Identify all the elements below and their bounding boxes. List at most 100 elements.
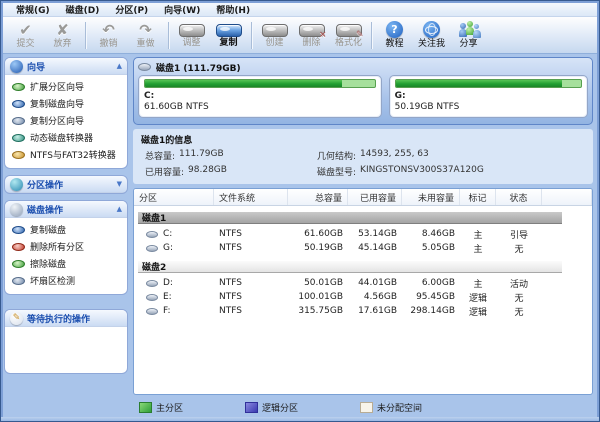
unused-cell: 6.00GB: [402, 278, 460, 288]
column-header-filesystem[interactable]: 文件系统: [214, 189, 288, 205]
logical-partition-swatch-icon: [245, 402, 258, 413]
table-row-e[interactable]: E: NTFS 100.01GB 4.56GB 95.45GB 逻辑 无: [134, 290, 592, 304]
filesystem-cell: NTFS: [214, 278, 288, 288]
status-cell: 引导: [496, 228, 542, 241]
disk-group-label: 磁盘2: [142, 260, 166, 273]
toolbar-button-discard[interactable]: ✘ 放弃: [44, 21, 81, 50]
toolbar-button-commit[interactable]: ✔ 提交: [7, 21, 44, 50]
filesystem-cell: NTFS: [214, 292, 288, 302]
section-title: 分区操作: [27, 178, 63, 191]
toolbar-button-label: 分享: [459, 39, 477, 49]
menu-item-help[interactable]: 帮助(H): [209, 3, 257, 16]
section-title: 向导: [27, 60, 45, 73]
usage-track: [144, 79, 376, 88]
toolbar-button-format[interactable]: ✎ 格式化: [330, 21, 367, 49]
disk-icon: [12, 243, 25, 251]
sidebar-section-wizards-header[interactable]: 向导 ▲: [5, 58, 127, 75]
sidebar-item-ntfs-fat32-converter[interactable]: NTFS与FAT32转换器: [10, 147, 124, 162]
sidebar-item-bad-sector-check[interactable]: 坏扇区检测: [10, 273, 124, 288]
used-cell: 45.14GB: [348, 243, 402, 253]
sidebar-section-wizards: 向导 ▲ 扩展分区向导 复制磁盘向导 复制分区向导: [4, 57, 128, 169]
partition-table: 分区 文件系统 总容量 已用容量 未用容量 标记 状态 磁盘1 C:: [133, 188, 593, 395]
sidebar-section-pending-ops-header[interactable]: ✎ 等待执行的操作: [5, 310, 127, 327]
disk-icon: [12, 151, 25, 159]
toolbar-button-share[interactable]: 分享: [450, 20, 487, 50]
field-label: 磁盘型号:: [317, 165, 356, 178]
menu-item-partition[interactable]: 分区(P): [108, 3, 155, 16]
copy-disk-icon: [216, 24, 242, 37]
disk-info-used-capacity: 已用容量: 98.28GB: [145, 165, 317, 178]
sidebar-section-partition-ops-header[interactable]: 分区操作 ▼: [5, 176, 127, 193]
sidebar-item-copy-partition-wizard[interactable]: 复制分区向导: [10, 113, 124, 128]
toolbar-button-copy[interactable]: 复制: [210, 21, 247, 49]
partition-block-g[interactable]: G: 50.19GB NTFS: [389, 75, 588, 118]
sidebar-item-label: 复制磁盘向导: [30, 97, 84, 110]
disk-icon: [12, 83, 25, 91]
column-header-mark[interactable]: 标记: [460, 189, 496, 205]
table-row-g[interactable]: G: NTFS 50.19GB 45.14GB 5.05GB 主 无: [134, 241, 592, 255]
column-header-status[interactable]: 状态: [496, 189, 542, 205]
toolbar-button-label: 撤销: [99, 39, 117, 49]
partition-block-c[interactable]: C: 61.60GB NTFS: [138, 75, 382, 118]
table-row-d[interactable]: D: NTFS 50.01GB 44.01GB 6.00GB 主 活动: [134, 276, 592, 290]
partition-info: 61.60GB NTFS: [144, 102, 376, 113]
sidebar-item-label: 扩展分区向导: [30, 80, 84, 93]
sidebar-section-partition-ops: 分区操作 ▼: [4, 175, 128, 194]
toolbar-button-tutorial[interactable]: ? 教程: [376, 20, 413, 50]
sidebar-item-dynamic-disk-converter[interactable]: 动态磁盘转换器: [10, 130, 124, 145]
disk-icon: [12, 226, 25, 234]
disk-map-header: 磁盘1 (111.79GB): [138, 59, 588, 75]
column-header-used[interactable]: 已用容量: [348, 189, 402, 205]
disk-map-panel: 磁盘1 (111.79GB) C: 61.60GB NTFS: [133, 57, 593, 125]
field-value: 98.28GB: [188, 165, 227, 178]
partition-letter: G:: [163, 243, 173, 253]
toolbar-button-redo[interactable]: ↷ 重做: [127, 21, 164, 50]
disk-map-title: 磁盘1 (111.79GB): [156, 61, 241, 74]
toolbar-button-resize[interactable]: 调整: [173, 21, 210, 49]
column-header-total[interactable]: 总容量: [288, 189, 348, 205]
toolbar-button-label: 放弃: [53, 39, 71, 49]
collapse-chevron-icon[interactable]: ▼: [117, 180, 122, 188]
sidebar-item-wipe-disk[interactable]: 擦除磁盘: [10, 256, 124, 271]
sidebar-section-disk-ops-header[interactable]: 磁盘操作 ▲: [5, 201, 127, 218]
filesystem-cell: NTFS: [214, 306, 288, 316]
menu-item-disk[interactable]: 磁盘(D): [59, 3, 107, 16]
window-bottom-frame: [1, 417, 599, 421]
undo-arrow-icon: ↶: [102, 22, 115, 38]
table-row-c[interactable]: C: NTFS 61.60GB 53.14GB 8.46GB 主 引导: [134, 227, 592, 241]
sidebar-item-label: 擦除磁盘: [30, 257, 66, 270]
total-cell: 50.01GB: [288, 278, 348, 288]
sidebar-item-label: 坏扇区检测: [30, 274, 75, 287]
toolbar-button-undo[interactable]: ↶ 撤销: [90, 21, 127, 50]
sidebar-item-extend-partition-wizard[interactable]: 扩展分区向导: [10, 79, 124, 94]
mark-cell: 逻辑: [460, 305, 496, 318]
field-label: 几何结构:: [317, 149, 356, 162]
disk-info-title: 磁盘1的信息: [141, 133, 583, 146]
column-header-partition[interactable]: 分区: [134, 189, 214, 205]
wizards-globe-icon: [10, 60, 23, 73]
sidebar-item-copy-disk[interactable]: 复制磁盘: [10, 222, 124, 237]
used-cell: 4.56GB: [348, 292, 402, 302]
toolbar-button-delete[interactable]: × 删除: [293, 21, 330, 49]
collapse-chevron-icon[interactable]: ▲: [117, 205, 122, 213]
menu-item-wizard[interactable]: 向导(W): [157, 3, 207, 16]
column-header-unused[interactable]: 未用容量: [402, 189, 460, 205]
legend-label: 主分区: [156, 401, 183, 414]
disk-icon: [146, 280, 158, 287]
table-row-f[interactable]: F: NTFS 315.75GB 17.61GB 298.14GB 逻辑 无: [134, 304, 592, 318]
share-people-icon: [458, 21, 480, 38]
collapse-chevron-icon[interactable]: ▲: [117, 62, 122, 70]
disk-group-row-2[interactable]: 磁盘2: [138, 261, 562, 273]
sidebar-item-delete-all-partitions[interactable]: 删除所有分区: [10, 239, 124, 254]
menu-item-general[interactable]: 常规(G): [9, 3, 57, 16]
disk-group-row-1[interactable]: 磁盘1: [138, 212, 562, 224]
tutorial-question-icon: ?: [386, 21, 403, 38]
disk-icon: [146, 231, 158, 238]
resize-disk-icon: [179, 24, 205, 37]
toolbar-button-follow[interactable]: 关注我: [413, 20, 450, 50]
pending-operations-list: [5, 327, 127, 373]
sidebar-item-copy-disk-wizard[interactable]: 复制磁盘向导: [10, 96, 124, 111]
legend-label: 未分配空间: [377, 401, 422, 414]
disk-icon: [146, 294, 158, 301]
toolbar-button-create[interactable]: 创建: [256, 21, 293, 49]
